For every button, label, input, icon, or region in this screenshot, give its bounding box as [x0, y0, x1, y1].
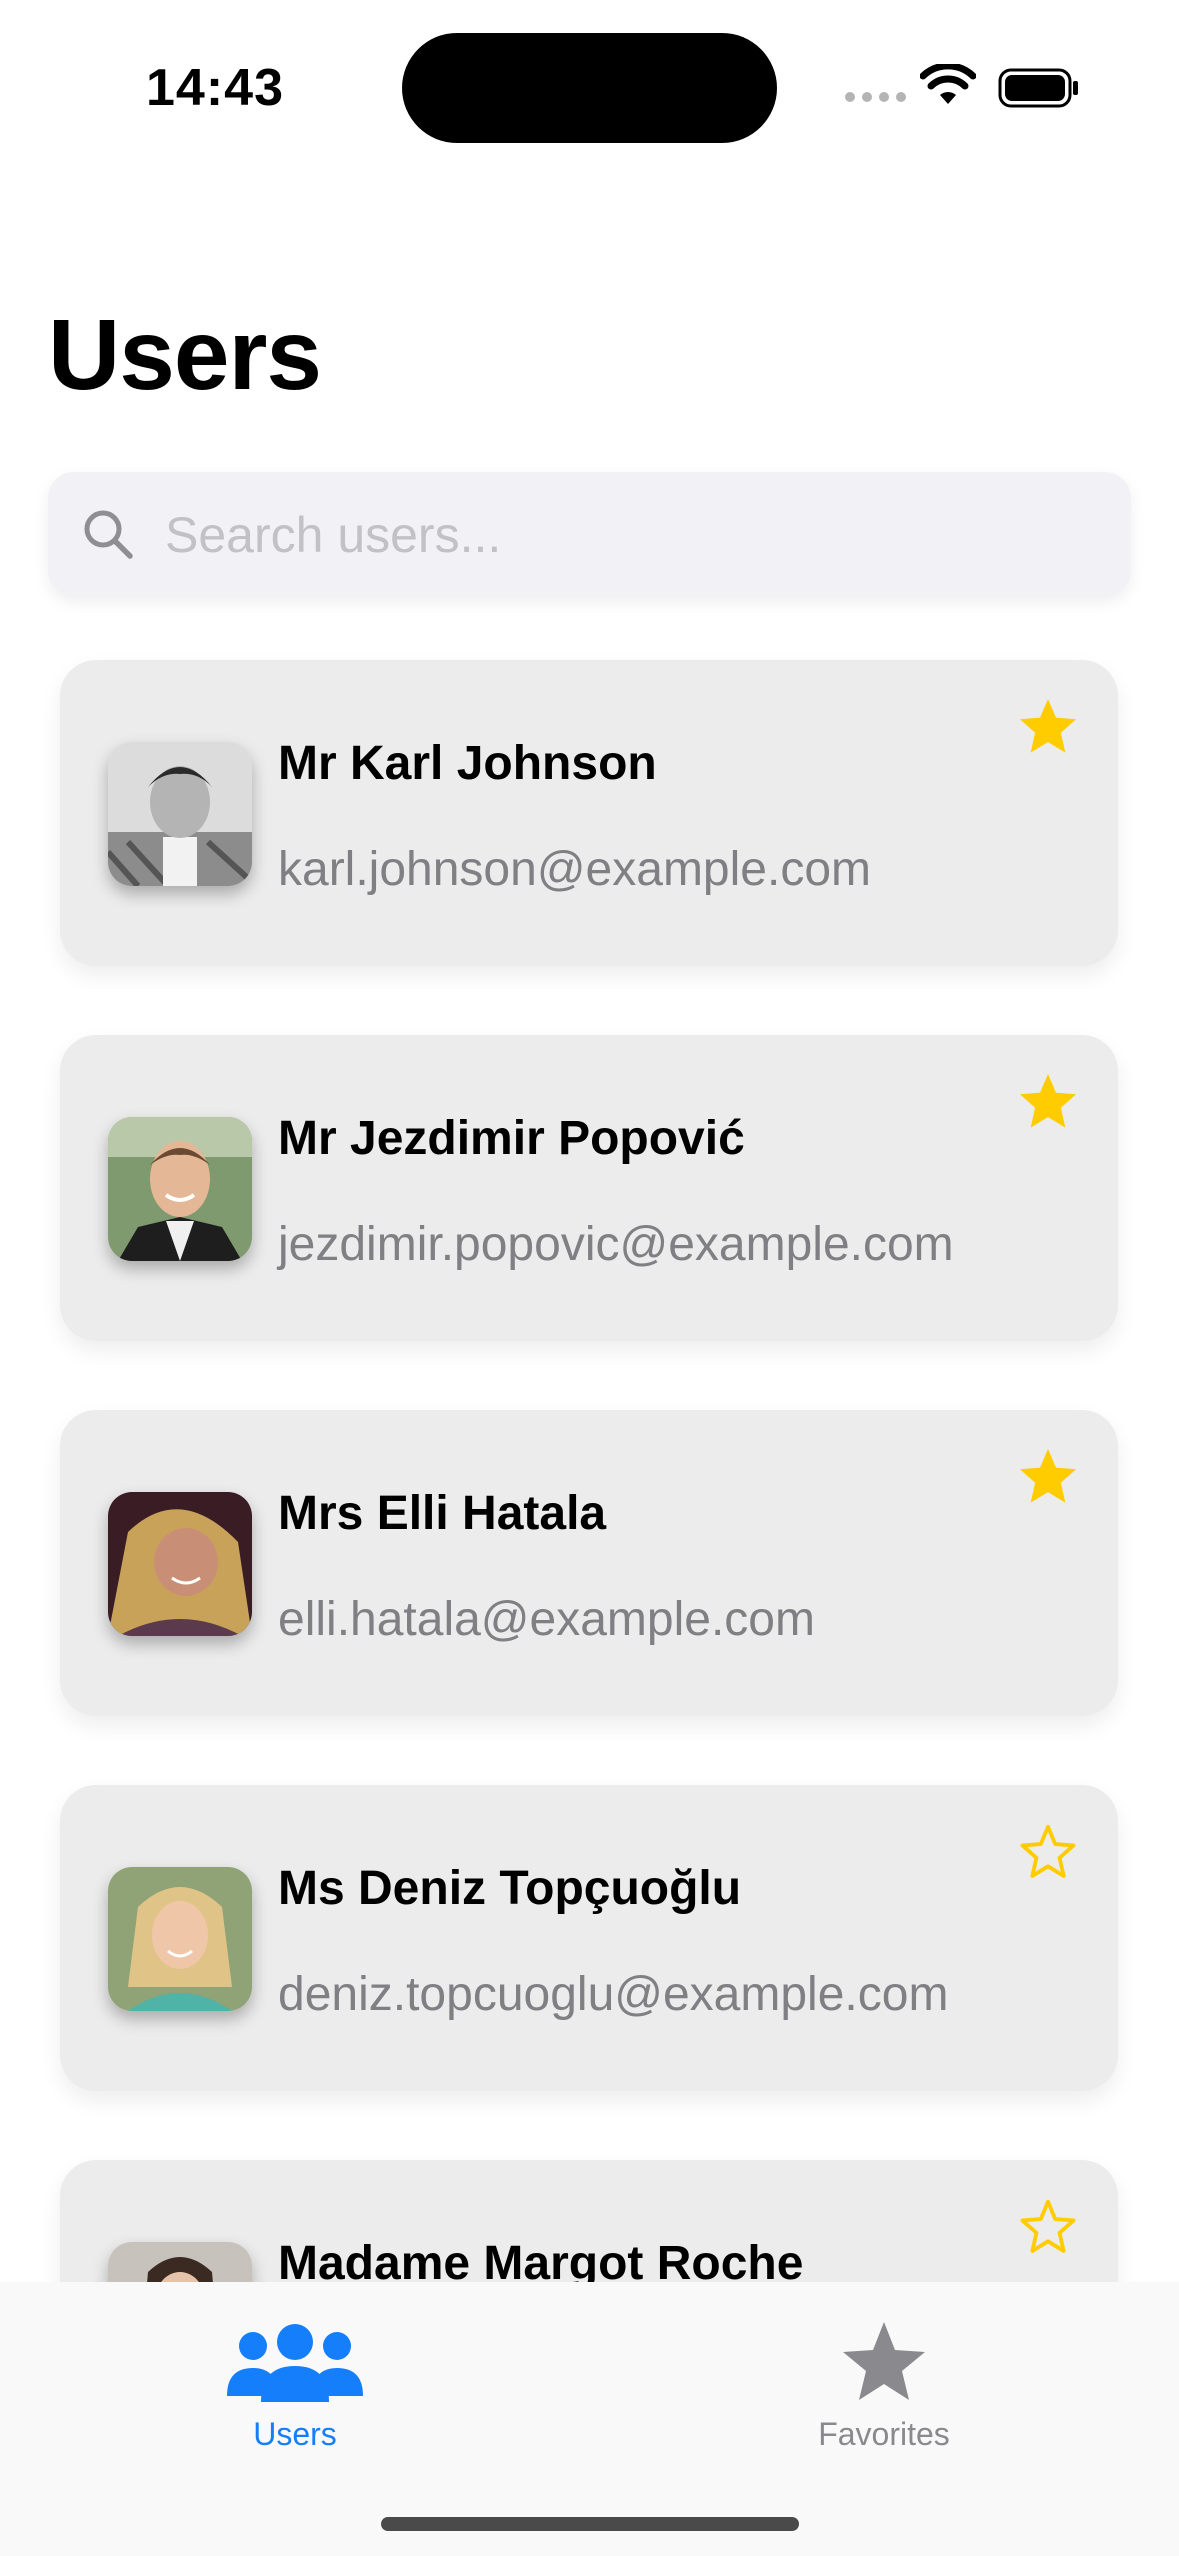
user-name: Mr Karl Johnson [278, 737, 657, 790]
user-email: deniz.topcuoglu@example.com [278, 1968, 949, 2021]
user-email: karl.johnson@example.com [278, 843, 871, 896]
user-card[interactable]: Madame Margot Roche [60, 2160, 1118, 2282]
tab-bar: Users Favorites [0, 2282, 1179, 2556]
star-outline-icon[interactable] [1015, 2194, 1081, 2260]
star-filled-icon[interactable] [1015, 1069, 1081, 1135]
avatar [108, 1867, 252, 2011]
user-name: Mrs Elli Hatala [278, 1487, 607, 1540]
search-icon [84, 510, 133, 559]
user-name: Mr Jezdimir Popović [278, 1112, 745, 1165]
user-card[interactable]: Mr Jezdimir Popović jezdimir.popovic@exa… [60, 1035, 1118, 1341]
tab-label: Favorites [818, 2416, 950, 2452]
star-outline-icon[interactable] [1015, 1819, 1081, 1885]
avatar [108, 2242, 252, 2282]
user-email: elli.hatala@example.com [278, 1593, 815, 1646]
search-input[interactable] [163, 472, 1107, 598]
search-bar[interactable] [48, 472, 1131, 598]
tab-favorites[interactable]: Favorites [734, 2282, 1034, 2482]
user-card[interactable]: Mr Karl Johnson karl.johnson@example.com [60, 660, 1118, 966]
page-title: Users [48, 299, 322, 411]
star-icon [843, 2322, 925, 2400]
tab-label: Users [253, 2416, 337, 2452]
user-card[interactable]: Ms Deniz Topçuoğlu deniz.topcuoglu@examp… [60, 1785, 1118, 2091]
user-email: jezdimir.popovic@example.com [278, 1218, 954, 1271]
star-filled-icon[interactable] [1015, 694, 1081, 760]
user-card[interactable]: Mrs Elli Hatala elli.hatala@example.com [60, 1410, 1118, 1716]
star-filled-icon[interactable] [1015, 1444, 1081, 1510]
tab-users[interactable]: Users [145, 2282, 445, 2482]
avatar [108, 1117, 252, 1261]
avatar [108, 1492, 252, 1636]
home-indicator [381, 2517, 799, 2531]
user-name: Madame Margot Roche [278, 2237, 804, 2282]
people-icon [227, 2324, 363, 2402]
user-name: Ms Deniz Topçuoğlu [278, 1862, 742, 1915]
avatar [108, 742, 252, 886]
